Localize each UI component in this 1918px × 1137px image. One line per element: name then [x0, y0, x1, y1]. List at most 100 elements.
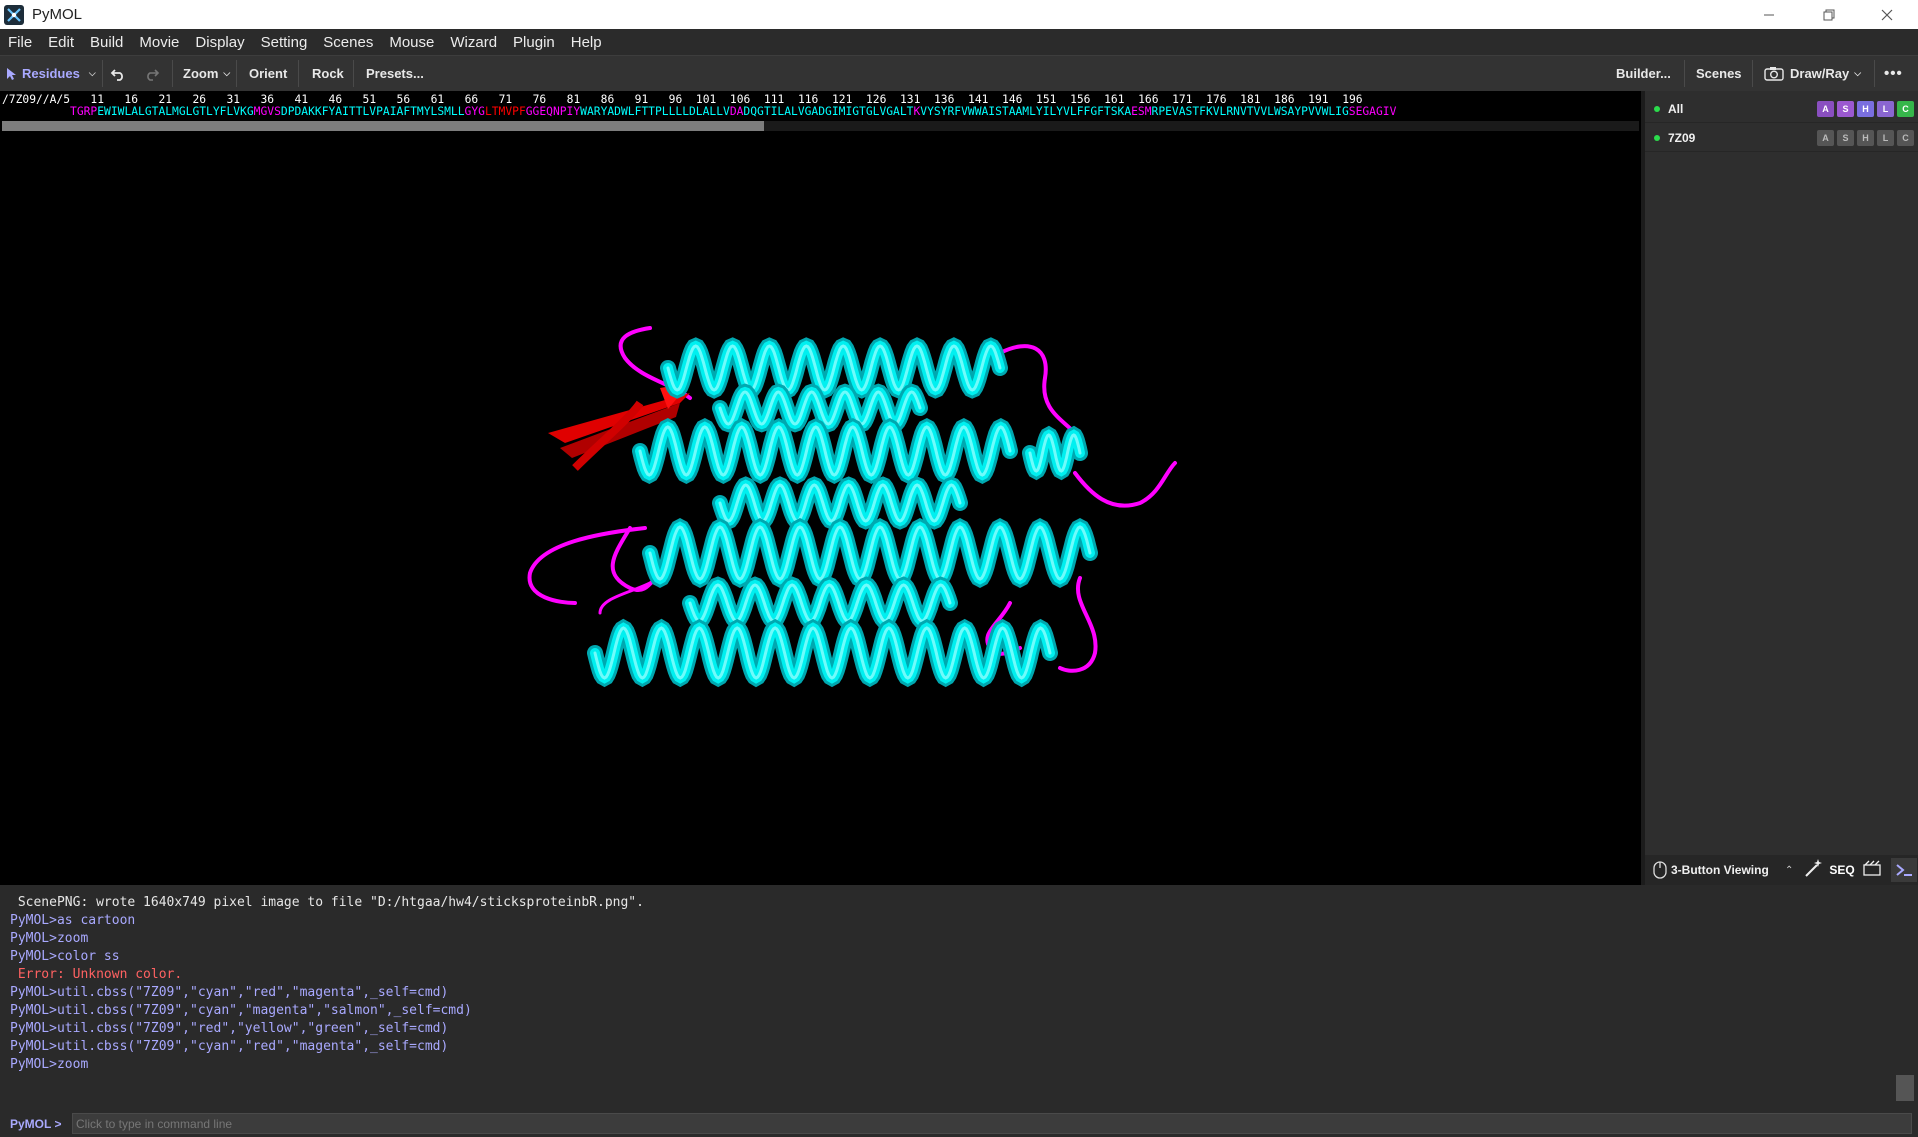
rock-button[interactable]: Rock: [312, 56, 344, 91]
command-line: PyMOL >: [0, 1111, 1918, 1137]
console-command-line: PyMOL>util.cbss("7Z09","cyan","red","mag…: [10, 985, 449, 1000]
object-action-buttons: A S H L C: [1817, 101, 1914, 117]
undo-icon[interactable]: [110, 56, 130, 91]
console-command-line: PyMOL>zoom: [10, 931, 89, 946]
chevron-up-icon[interactable]: ⌃: [1785, 865, 1793, 876]
residue-segment[interactable]: LTMVPF: [485, 105, 526, 118]
redo-icon[interactable]: [144, 56, 164, 91]
hide-button[interactable]: H: [1857, 101, 1874, 117]
residue-segment[interactable]: RPEVASTFKVLRNVTVVLWSAYPVVWLIG: [1152, 105, 1349, 118]
chevron-down-icon: ⌵: [1854, 68, 1862, 78]
residue-segment[interactable]: VYSYRFVWWAISTAAMLYILYVLFFGFTSKA: [920, 105, 1131, 118]
magic-wand-icon[interactable]: [1803, 858, 1823, 883]
sequence-viewer[interactable]: /7Z09//A/5 11 16 21 26 31 36 41 46 51 56…: [0, 91, 1641, 133]
console-output-line: ScenePNG: wrote 1640x749 pixel image to …: [10, 895, 644, 910]
residue-segment[interactable]: MGVS: [254, 105, 281, 118]
residue-segment[interactable]: WARYADWLFTTPLLLLDLALLV: [580, 105, 730, 118]
title-bar: PyMOL: [0, 0, 1918, 29]
residue-letters[interactable]: TGRPEWIWLALGTALMGLGTLYFLVKGMGVSDPDAKKFYA…: [2, 105, 1396, 118]
camera-icon: [1764, 67, 1784, 81]
menu-file[interactable]: File: [0, 34, 40, 51]
panel-bottom-bar: 3-Button Viewing ⌃ SEQ: [1645, 855, 1918, 885]
hide-button[interactable]: H: [1857, 130, 1874, 146]
color-button[interactable]: C: [1897, 130, 1914, 146]
show-button[interactable]: S: [1837, 130, 1854, 146]
console-output: ScenePNG: wrote 1640x749 pixel image to …: [0, 885, 1918, 1111]
mouse-icon: [1653, 861, 1667, 879]
menu-plugin[interactable]: Plugin: [505, 34, 563, 51]
pointer-icon: [7, 68, 16, 80]
draw-ray-label: Draw/Ray: [1790, 66, 1850, 81]
console-scrollbar-thumb[interactable]: [1896, 1075, 1914, 1101]
console-command-line: PyMOL>util.cbss("7Z09","red","yellow","g…: [10, 1021, 449, 1036]
menu-display[interactable]: Display: [187, 34, 252, 51]
draw-ray-dropdown[interactable]: Draw/Ray ⌵: [1764, 56, 1861, 91]
object-name[interactable]: All: [1668, 102, 1683, 116]
residues-label: Residues: [22, 66, 80, 81]
menu-bar: File Edit Build Movie Display Setting Sc…: [0, 29, 1918, 55]
console-command-line: PyMOL>color ss: [10, 949, 120, 964]
residue-segment[interactable]: TGRP: [70, 105, 97, 118]
menu-build[interactable]: Build: [82, 34, 131, 51]
residue-segment[interactable]: GGEQNPIY: [526, 105, 580, 118]
orient-button[interactable]: Orient: [249, 56, 287, 91]
console-toggle-icon[interactable]: [1890, 858, 1917, 882]
object-row-7z09[interactable]: 7Z09 A S H L C: [1645, 124, 1918, 152]
selection-mode-dropdown[interactable]: Residues ⌵: [6, 56, 98, 91]
zoom-label: Zoom: [183, 66, 219, 81]
scenes-button[interactable]: Scenes: [1696, 56, 1742, 91]
protein-cartoon: [527, 326, 1177, 688]
pymol-window: PyMOL File Edit Build Movie Display Sett…: [0, 0, 1918, 1137]
action-button[interactable]: A: [1817, 101, 1834, 117]
movie-panel-icon[interactable]: [1863, 860, 1881, 881]
show-button[interactable]: S: [1837, 101, 1854, 117]
builder-button[interactable]: Builder...: [1616, 56, 1671, 91]
chevron-down-icon: ⌵: [223, 68, 231, 78]
residue-segment[interactable]: EWIWLALGTALMGLGTLYFLVKG: [97, 105, 253, 118]
loop-segment: [998, 344, 1077, 435]
close-icon[interactable]: [1860, 0, 1914, 29]
menu-movie[interactable]: Movie: [131, 34, 187, 51]
zoom-dropdown[interactable]: Zoom ⌵: [183, 56, 230, 91]
toolbar: Residues ⌵ Zoom ⌵ Orient Rock Presets...…: [0, 55, 1918, 91]
console-command-line: PyMOL>zoom: [10, 1057, 89, 1072]
menu-scenes[interactable]: Scenes: [315, 34, 381, 51]
residue-segment[interactable]: DPDAKKFYAITTLVPAIAFTMYLSMLL: [281, 105, 465, 118]
menu-setting[interactable]: Setting: [253, 34, 316, 51]
object-name[interactable]: 7Z09: [1668, 131, 1695, 145]
minimize-icon[interactable]: [1742, 0, 1796, 29]
command-prompt-label: PyMOL >: [10, 1117, 62, 1131]
molecule-viewport[interactable]: [0, 133, 1641, 885]
mouse-mode-label[interactable]: 3-Button Viewing: [1671, 863, 1783, 877]
seq-toggle-button[interactable]: SEQ: [1829, 863, 1854, 877]
console-command-line: PyMOL>as cartoon: [10, 913, 136, 928]
menu-wizard[interactable]: Wizard: [442, 34, 505, 51]
presets-button[interactable]: Presets...: [366, 56, 424, 91]
command-input[interactable]: [72, 1113, 1912, 1134]
restore-icon[interactable]: [1802, 0, 1856, 29]
residue-segment[interactable]: GYG: [465, 105, 485, 118]
menu-edit[interactable]: Edit: [40, 34, 82, 51]
menu-help[interactable]: Help: [563, 34, 610, 51]
object-panel: All A S H L C 7Z09 A S H L C 3-Button Vi…: [1641, 91, 1918, 885]
console-error-line: Error: Unknown color.: [10, 967, 183, 982]
action-button[interactable]: A: [1817, 130, 1834, 146]
enabled-indicator-icon[interactable]: [1654, 134, 1660, 141]
residue-segment[interactable]: DA: [730, 105, 744, 118]
console-command-line: PyMOL>util.cbss("7Z09","cyan","red","mag…: [10, 1039, 449, 1054]
loop-segment: [1073, 461, 1177, 508]
residue-segment[interactable]: DQGTILALVGADGIMIGTGLVGALT: [743, 105, 913, 118]
color-button[interactable]: C: [1897, 101, 1914, 117]
enabled-indicator-icon[interactable]: [1654, 105, 1660, 112]
sequence-scrollbar-thumb[interactable]: [2, 121, 764, 131]
object-row-all[interactable]: All A S H L C: [1645, 95, 1918, 123]
object-action-buttons: A S H L C: [1817, 130, 1914, 146]
menu-mouse[interactable]: Mouse: [381, 34, 442, 51]
more-options-icon[interactable]: •••: [1884, 56, 1903, 91]
residue-segment[interactable]: ESM: [1131, 105, 1151, 118]
chevron-down-icon: ⌵: [88, 68, 96, 78]
residue-segment[interactable]: SEGAGIV: [1349, 105, 1397, 118]
loop-segment: [1058, 576, 1098, 673]
label-button[interactable]: L: [1877, 130, 1894, 146]
label-button[interactable]: L: [1877, 101, 1894, 117]
